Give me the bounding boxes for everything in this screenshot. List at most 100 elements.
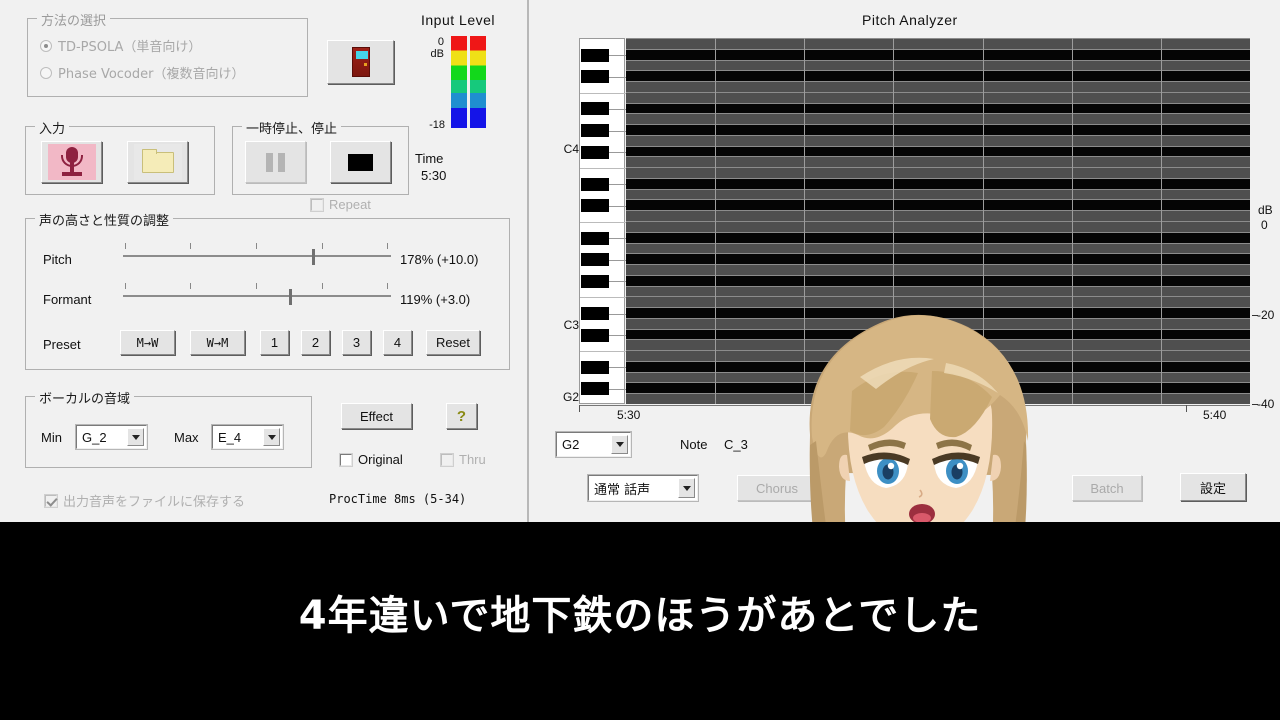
roll-gridline: [626, 49, 1250, 50]
stop-button[interactable]: [330, 141, 391, 183]
preset-button-3[interactable]: 3: [342, 330, 371, 355]
help-button[interactable]: ?: [446, 403, 477, 429]
roll-gridline: [626, 103, 1250, 104]
folder-icon: [133, 144, 182, 180]
piano-black-key[interactable]: [581, 70, 609, 84]
roll-row: [626, 231, 1250, 243]
piano-key-connector: [609, 260, 626, 261]
roll-row: [626, 188, 1250, 200]
preset-button-2[interactable]: 2: [301, 330, 330, 355]
roll-row: [626, 70, 1250, 82]
thru-checkbox[interactable]: Thru: [440, 452, 486, 467]
roll-gridline: [626, 189, 1250, 190]
piano-keyboard[interactable]: [579, 38, 626, 404]
chevron-down-icon[interactable]: [678, 478, 695, 498]
formant-slider-thumb[interactable]: [289, 289, 292, 305]
preset-button-wm[interactable]: W→M: [190, 330, 245, 355]
chevron-down-icon[interactable]: [611, 435, 628, 454]
roll-gridline: [626, 70, 1250, 71]
piano-black-key[interactable]: [581, 145, 609, 159]
piano-black-key[interactable]: [581, 253, 609, 267]
transport-group-title: 一時停止、停止: [242, 118, 342, 137]
roll-row: [626, 113, 1250, 125]
piano-key-connector: [609, 367, 626, 368]
pitch-slider-thumb[interactable]: [312, 249, 315, 265]
min-note-combo[interactable]: G_2: [75, 424, 148, 450]
roll-gridline: [626, 60, 1250, 61]
piano-white-key-divider: [580, 168, 626, 169]
effect-button[interactable]: Effect: [341, 403, 412, 429]
piano-black-key[interactable]: [581, 124, 609, 137]
roll-gridline: [626, 199, 1250, 200]
piano-black-key[interactable]: [581, 48, 609, 62]
chevron-down-icon[interactable]: [127, 428, 144, 446]
input-level-unit-label: dB: [430, 48, 444, 60]
left-control-panel: 方法の選択 TD-PSOLA（単音向け） Phase Vocoder（複数音向け…: [0, 0, 529, 522]
roll-row: [626, 274, 1250, 286]
method-selection-title: 方法の選択: [37, 10, 111, 29]
repeat-checkbox[interactable]: Repeat: [310, 197, 371, 212]
formant-slider[interactable]: [123, 283, 391, 307]
piano-black-key[interactable]: [581, 328, 609, 342]
pause-icon: [266, 152, 285, 172]
input-level-meter-left: [451, 36, 467, 128]
base-note-combo[interactable]: G2: [555, 431, 632, 458]
key-label-g2: G2: [562, 390, 579, 404]
piano-black-key[interactable]: [581, 274, 609, 288]
door-icon: [351, 47, 370, 77]
original-checkbox[interactable]: Original: [339, 452, 403, 467]
radio-mark-icon: [40, 39, 52, 52]
roll-row: [626, 145, 1250, 157]
preset-button-4[interactable]: 4: [383, 330, 412, 355]
voice-type-combo[interactable]: 通常 話声: [587, 474, 699, 502]
radio-td-psola-label: TD-PSOLA（単音向け）: [58, 40, 202, 55]
chevron-down-icon[interactable]: [263, 428, 280, 446]
radio-td-psola[interactable]: TD-PSOLA（単音向け）: [40, 36, 201, 55]
max-note-combo[interactable]: E_4: [211, 424, 284, 450]
piano-black-key[interactable]: [581, 231, 609, 245]
pause-button[interactable]: [245, 141, 306, 183]
vocal-range-title: ボーカルの音域: [35, 388, 135, 407]
roll-gridline: [626, 264, 1250, 265]
roll-gridline: [626, 92, 1250, 93]
transport-group: 一時停止、停止: [232, 118, 409, 195]
piano-black-key[interactable]: [581, 199, 609, 213]
roll-time-gridline: [1161, 38, 1162, 404]
key-label-c4: C4: [563, 142, 579, 156]
method-selection-group: 方法の選択 TD-PSOLA（単音向け） Phase Vocoder（複数音向け…: [27, 10, 308, 97]
piano-black-key[interactable]: [581, 307, 609, 320]
piano-key-connector: [609, 55, 626, 56]
file-input-button[interactable]: [127, 141, 188, 183]
min-note-value: G_2: [82, 429, 107, 445]
preset-button-1[interactable]: 1: [260, 330, 289, 355]
time-axis-end-label: 5:40: [1203, 408, 1227, 422]
piano-black-key[interactable]: [581, 177, 609, 191]
mic-input-button[interactable]: [41, 141, 102, 183]
repeat-label: Repeat: [329, 197, 371, 212]
piano-black-key[interactable]: [581, 102, 609, 116]
pitch-slider[interactable]: [123, 243, 391, 267]
preset-button-reset[interactable]: Reset: [426, 330, 480, 355]
piano-key-connector: [609, 335, 626, 336]
save-to-file-checkbox[interactable]: 出力音声をファイルに保存する: [44, 491, 245, 510]
piano-black-key[interactable]: [581, 382, 609, 396]
roll-row: [626, 38, 1250, 49]
roll-row: [626, 81, 1250, 92]
time-tick-start: [579, 405, 580, 412]
record-device-button[interactable]: [327, 40, 394, 84]
piano-key-connector: [609, 389, 626, 390]
pitch-slider-ticks: [123, 243, 391, 249]
piano-white-key-divider: [580, 351, 626, 352]
db-bottom-label: -40: [1257, 397, 1275, 411]
roll-gridline: [626, 243, 1250, 244]
formant-slider-ticks: [123, 283, 391, 289]
mic-icon: [47, 144, 96, 180]
roll-gridline: [626, 221, 1250, 222]
vocal-range-group: ボーカルの音域 Min G_2 Max E_4: [25, 388, 312, 468]
piano-black-key[interactable]: [581, 360, 609, 374]
settings-button[interactable]: 設定: [1180, 473, 1246, 501]
radio-phase-vocoder[interactable]: Phase Vocoder（複数音向け）: [40, 63, 244, 82]
preset-button-mw[interactable]: M→W: [120, 330, 175, 355]
max-label: Max: [174, 430, 199, 445]
roll-gridline: [626, 232, 1250, 233]
